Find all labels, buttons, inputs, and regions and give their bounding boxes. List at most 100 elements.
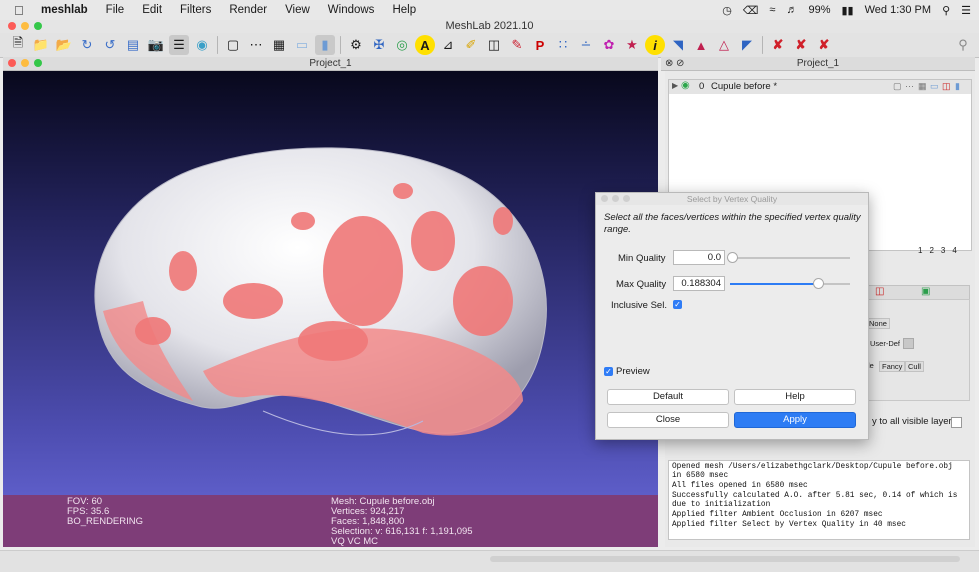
battery-icon[interactable]: ▮▮ — [842, 4, 854, 17]
project-minimize-icon[interactable] — [21, 59, 29, 67]
page-4[interactable]: 4 — [952, 246, 963, 255]
preview-checkbox[interactable]: ✓ — [604, 367, 613, 376]
time-machine-icon[interactable]: ◷ — [722, 4, 732, 17]
layer-bbox-icon[interactable]: ▢ — [893, 81, 902, 92]
points-icon[interactable]: ⋯ — [246, 35, 266, 55]
visibility-eye-icon[interactable]: ◉ — [681, 80, 690, 91]
snapshot-icon[interactable]: 📷 — [146, 35, 166, 55]
page-2[interactable]: 2 — [929, 246, 940, 255]
expand-icon[interactable]: ▶ — [672, 81, 678, 90]
wireframe-icon[interactable]: ▦ — [269, 35, 289, 55]
paint-icon[interactable]: ✐ — [461, 35, 481, 55]
close-button[interactable]: Close — [607, 412, 729, 428]
render-fancy-button[interactable]: Fancy — [879, 361, 906, 372]
close-window-icon[interactable] — [8, 22, 16, 30]
flat-icon[interactable]: ▭ — [292, 35, 312, 55]
horizontal-scrollbar[interactable] — [490, 556, 960, 562]
min-quality-slider-handle[interactable] — [727, 252, 739, 263]
layer-points-icon[interactable]: ⋯ — [905, 81, 914, 92]
select-vertices-icon[interactable]: ∷ — [553, 35, 573, 55]
clock[interactable]: Wed 1:30 PM — [865, 4, 931, 16]
control-center-icon[interactable]: ☰ — [961, 4, 971, 17]
export-mesh-icon[interactable]: ▤ — [123, 35, 143, 55]
camera-icon[interactable]: ◫ — [484, 35, 504, 55]
bluetooth-icon[interactable]: ⌫ — [743, 4, 759, 17]
bbox-icon[interactable]: ▢ — [223, 35, 243, 55]
apply-all-layers-checkbox[interactable] — [951, 417, 962, 428]
project-zoom-icon[interactable] — [34, 59, 42, 67]
select-verts-faces-icon[interactable]: △ — [714, 35, 734, 55]
select-faces-icon[interactable]: ∸ — [576, 35, 596, 55]
menu-windows[interactable]: Windows — [319, 4, 384, 16]
menu-help[interactable]: Help — [383, 4, 425, 16]
sphere-icon[interactable]: ◎ — [392, 35, 412, 55]
menu-view[interactable]: View — [276, 4, 319, 16]
layer-flat-icon[interactable]: ▭ — [930, 81, 939, 92]
menu-app[interactable]: meshlab — [32, 4, 97, 16]
layer-row[interactable]: ▶ ◉ 0 Cupule before * ▢ ⋯ ▦ ▭ ◫ ▮ — [669, 80, 971, 94]
dialog-minimize-icon[interactable] — [612, 195, 619, 202]
layer-name[interactable]: Cupule before * — [711, 81, 777, 92]
layer-smooth-icon[interactable]: ▮ — [955, 81, 960, 92]
max-quality-input[interactable]: 0.188304 — [673, 276, 725, 291]
page-3[interactable]: 3 — [941, 246, 952, 255]
annotation-icon[interactable]: A — [415, 35, 435, 55]
battery-percent[interactable]: 99% — [808, 4, 830, 16]
smooth-icon[interactable]: ▮ — [315, 35, 335, 55]
panel-float-icon[interactable]: ⊘ — [676, 57, 684, 70]
apple-icon[interactable]:  — [14, 3, 32, 18]
dialog-zoom-icon[interactable] — [623, 195, 630, 202]
menu-file[interactable]: File — [97, 4, 134, 16]
brush-icon[interactable]: ✎ — [507, 35, 527, 55]
zoom-window-icon[interactable] — [34, 22, 42, 30]
light-icon[interactable]: ⚙ — [346, 35, 366, 55]
min-quality-input[interactable]: 0.0 — [673, 250, 725, 265]
help-button[interactable]: Help — [734, 389, 856, 405]
select-region-icon[interactable]: ◥ — [668, 35, 688, 55]
apply-button[interactable]: Apply — [734, 412, 856, 428]
project-close-icon[interactable] — [8, 59, 16, 67]
select-connected-icon[interactable]: ▲ — [691, 35, 711, 55]
wifi-icon[interactable]: ≈ — [769, 4, 775, 16]
panel-close-icon[interactable]: ⊗ — [665, 57, 673, 70]
render-tab-selection-icon[interactable]: ◫ — [875, 286, 884, 297]
3d-viewport[interactable] — [3, 71, 658, 547]
import-mesh-icon[interactable]: 📂 — [54, 35, 74, 55]
inclusive-checkbox[interactable]: ✓ — [673, 300, 682, 309]
search-icon[interactable]: ⚲ — [953, 35, 973, 55]
open-project-icon[interactable]: 📁 — [31, 35, 51, 55]
info-icon[interactable]: i — [645, 35, 665, 55]
layer-selection-icon[interactable]: ◫ — [942, 81, 951, 92]
page-1[interactable]: 1 — [918, 246, 929, 255]
layer-wire-icon[interactable]: ▦ — [918, 81, 927, 92]
min-quality-slider-track[interactable] — [730, 257, 850, 259]
menu-edit[interactable]: Edit — [133, 4, 171, 16]
menu-render[interactable]: Render — [220, 4, 276, 16]
render-none-button[interactable]: None — [866, 318, 890, 329]
layer-dialog-icon[interactable]: ☰ — [169, 35, 189, 55]
delete-faces-vertices-icon[interactable]: ✘ — [814, 35, 834, 55]
spotlight-icon[interactable]: ⚲ — [942, 4, 950, 17]
default-button[interactable]: Default — [607, 389, 729, 405]
reload-icon[interactable]: ↻ — [77, 35, 97, 55]
axis-icon[interactable]: ✠ — [369, 35, 389, 55]
render-tab-texture-icon[interactable]: ▣ — [921, 286, 930, 297]
georef-icon[interactable]: ★ — [622, 35, 642, 55]
volume-icon[interactable]: ♬ — [786, 4, 797, 16]
texture-icon[interactable]: ✿ — [599, 35, 619, 55]
minimize-window-icon[interactable] — [21, 22, 29, 30]
render-userdef-swatch[interactable] — [903, 338, 914, 349]
max-quality-slider-handle[interactable] — [812, 278, 824, 289]
layer-pages[interactable]: 1234 — [918, 246, 964, 255]
reload-all-icon[interactable]: ↺ — [100, 35, 120, 55]
new-project-icon[interactable]: 🗎 — [8, 35, 28, 55]
pick-points-icon[interactable]: P — [530, 35, 550, 55]
render-cull-button[interactable]: Cull — [905, 361, 924, 372]
delete-vertices-icon[interactable]: ✘ — [768, 35, 788, 55]
menu-filters[interactable]: Filters — [171, 4, 220, 16]
raster-icon[interactable]: ◉ — [192, 35, 212, 55]
measure-icon[interactable]: ⊿ — [438, 35, 458, 55]
select-all-icon[interactable]: ◤ — [737, 35, 757, 55]
dialog-close-icon[interactable] — [601, 195, 608, 202]
delete-faces-icon[interactable]: ✘ — [791, 35, 811, 55]
